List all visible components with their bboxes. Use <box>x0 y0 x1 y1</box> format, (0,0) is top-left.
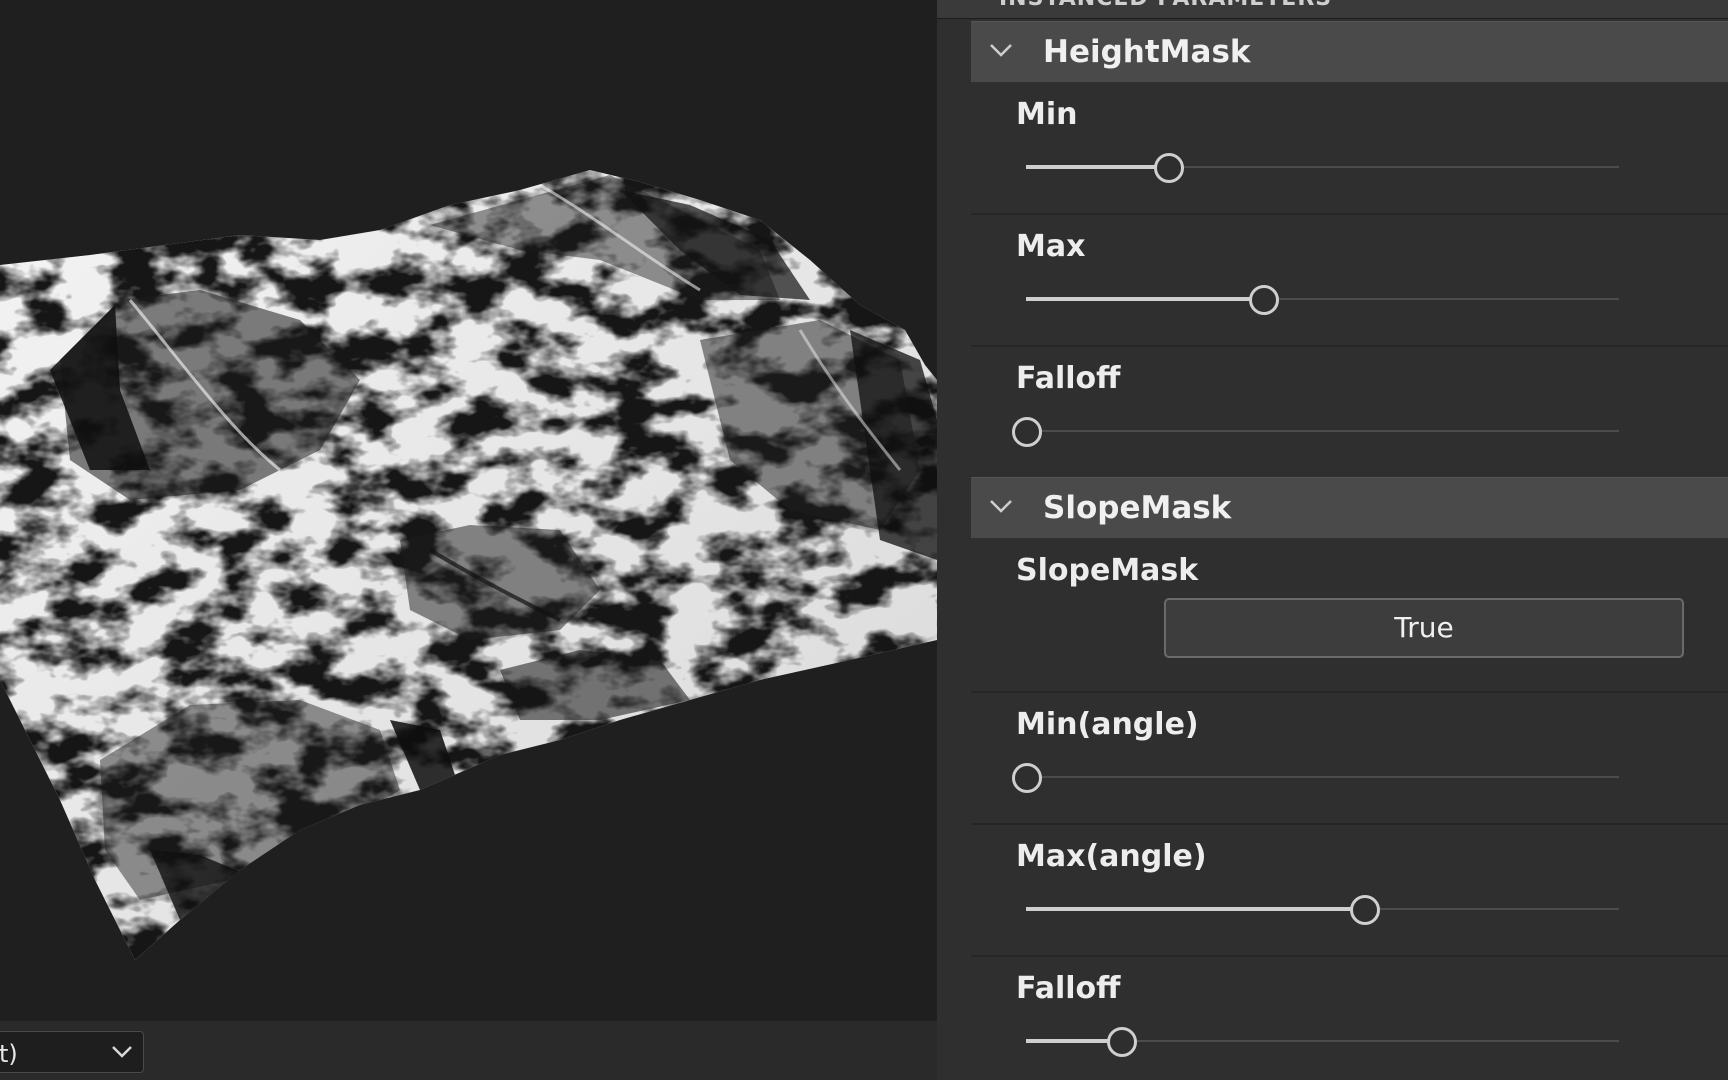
chevron-down-icon[interactable] <box>989 42 1013 58</box>
falloff-slider[interactable] <box>1012 417 1619 447</box>
slider-track[interactable] <box>1026 776 1619 778</box>
slider-thumb[interactable] <box>1106 1027 1137 1057</box>
max-slider[interactable] <box>1026 285 1619 315</box>
chevron-down-icon <box>112 1046 132 1058</box>
slider-thumb[interactable] <box>1012 763 1042 793</box>
min-angle-slider[interactable] <box>1012 763 1619 793</box>
slider-fill <box>1026 165 1169 169</box>
property-slope-falloff: Falloff <box>971 957 1728 1080</box>
section-title: SlopeMask <box>1043 490 1232 526</box>
slider-thumb[interactable] <box>1154 153 1185 183</box>
property-max-angle: Max(angle) <box>971 825 1728 957</box>
property-label: Min(angle) <box>1016 707 1199 742</box>
panel-header-title: INSTANCED PARAMETERS <box>999 0 1332 11</box>
chevron-down-icon[interactable] <box>989 498 1013 514</box>
slider-fill <box>1026 297 1264 301</box>
scene-viewport[interactable] <box>0 0 937 1021</box>
slider-thumb[interactable] <box>1012 417 1042 447</box>
property-max: Max <box>971 215 1728 347</box>
slider-thumb[interactable] <box>1350 895 1380 925</box>
property-label: Max(angle) <box>1016 839 1207 874</box>
property-label: Max <box>1016 229 1086 264</box>
property-min: Min <box>971 83 1728 215</box>
property-falloff: Falloff <box>971 347 1728 477</box>
slider-track[interactable] <box>1026 430 1619 432</box>
property-label: Min <box>1016 97 1078 132</box>
section-header-slopemask[interactable]: SlopeMask <box>971 477 1728 538</box>
property-label: SlopeMask <box>1016 553 1199 588</box>
slider-thumb[interactable] <box>1249 285 1280 315</box>
panel-header[interactable]: INSTANCED PARAMETERS <box>937 0 1728 19</box>
section-title: HeightMask <box>1043 34 1251 70</box>
slopemask-toggle-button[interactable]: True <box>1164 598 1684 658</box>
slope-falloff-slider[interactable] <box>1026 1027 1619 1057</box>
property-min-angle: Min(angle) <box>971 693 1728 825</box>
inspector-panel: INSTANCED PARAMETERS HeightMask Min Max … <box>937 0 1728 1080</box>
max-angle-slider[interactable] <box>1026 895 1619 925</box>
min-slider[interactable] <box>1026 153 1619 183</box>
slider-fill <box>1026 907 1364 911</box>
view-mode-value: t) <box>0 1040 18 1068</box>
terrain-render <box>0 170 937 960</box>
view-mode-dropdown[interactable]: t) <box>0 1031 144 1073</box>
property-label: Falloff <box>1016 361 1121 396</box>
section-header-heightmask[interactable]: HeightMask <box>971 21 1728 82</box>
property-label: Falloff <box>1016 971 1121 1006</box>
property-slopemask-toggle: SlopeMask True <box>971 539 1728 693</box>
